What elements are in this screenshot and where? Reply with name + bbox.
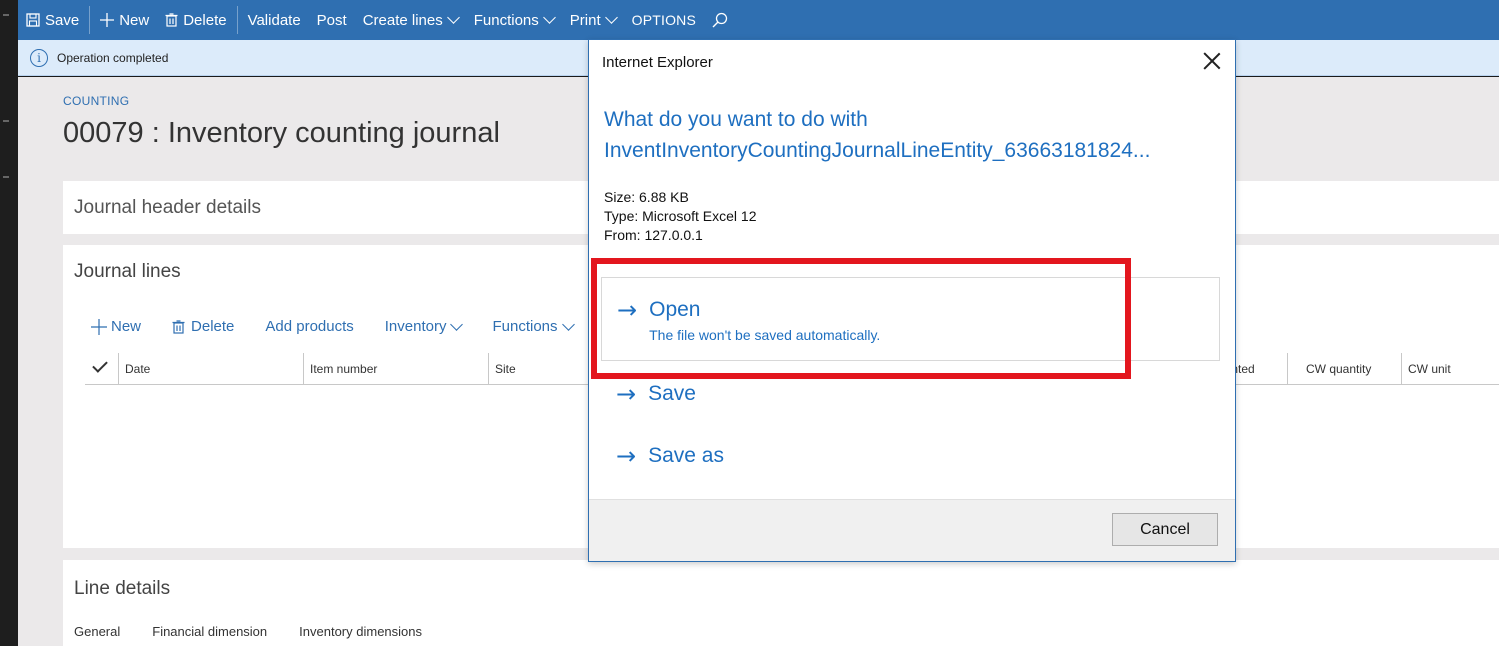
chevron-down-icon [542, 11, 556, 24]
new-label: New [119, 11, 150, 29]
create-lines-menu[interactable]: Create lines [355, 0, 466, 40]
lines-functions-label: Functions [492, 318, 558, 335]
delete-label: Delete [183, 11, 227, 29]
column-header-cw-quantity[interactable]: CW quantity [1287, 353, 1371, 385]
arrow-right-icon: → [616, 442, 637, 470]
edge-tick [3, 176, 9, 178]
tab-general[interactable]: General [74, 624, 120, 639]
breadcrumb[interactable]: COUNTING [63, 94, 129, 108]
dialog-question: What do you want to do with InventInvent… [604, 104, 1224, 166]
section-header[interactable]: Journal header details [74, 197, 261, 219]
inventory-menu[interactable]: Inventory [384, 317, 464, 335]
add-products-button[interactable]: Add products [265, 318, 353, 335]
delete-button[interactable]: Delete [157, 0, 234, 40]
column-header-item-number[interactable]: Item number [303, 353, 377, 385]
open-label: Open [649, 298, 701, 321]
page-title: 00079 : Inventory counting journal [63, 117, 500, 149]
save-as-label: Save as [648, 444, 724, 467]
file-name: InventInventoryCountingJournalLineEntity… [604, 139, 1151, 162]
save-button[interactable]: Save [18, 0, 87, 40]
print-label: Print [569, 11, 601, 29]
open-description: The file won't be saved automatically. [649, 327, 881, 343]
edge-tick [3, 120, 9, 122]
column-label: Date [125, 362, 151, 376]
info-icon: i [30, 48, 48, 67]
new-button[interactable]: New [92, 0, 157, 40]
search-button[interactable] [704, 0, 741, 40]
plus-icon [91, 318, 107, 335]
line-details-tabs: General Financial dimension Inventory di… [74, 624, 454, 639]
separator [236, 6, 238, 34]
question-line: What do you want to do with [604, 108, 868, 131]
message-text: Operation completed [57, 50, 169, 65]
close-icon[interactable] [1203, 52, 1221, 70]
lines-new-label: New [111, 318, 142, 335]
inventory-label: Inventory [384, 318, 447, 335]
floppy-disk-icon [26, 13, 40, 27]
trash-icon [172, 319, 185, 334]
column-header-site[interactable]: Site [488, 353, 516, 385]
column-label: CW unit [1408, 362, 1451, 376]
section-header[interactable]: Line details [74, 578, 170, 600]
lines-delete-label: Delete [191, 318, 235, 335]
column-header-cw-unit[interactable]: CW unit [1401, 353, 1451, 385]
lines-toolbar: New Delete Add products Inventory Functi… [91, 317, 604, 335]
options-label: OPTIONS [631, 12, 697, 28]
dialog-footer: Cancel [589, 499, 1235, 561]
create-lines-label: Create lines [362, 11, 443, 29]
column-label: Item number [310, 362, 378, 376]
column-label: CW quantity [1306, 362, 1372, 376]
separator [89, 6, 91, 34]
save-label: Save [45, 11, 80, 29]
cancel-button[interactable]: Cancel [1112, 513, 1218, 546]
options-tab[interactable]: OPTIONS [624, 0, 704, 40]
tab-financial-dimension[interactable]: Financial dimension [152, 624, 267, 639]
file-source: From: 127.0.0.1 [604, 227, 703, 243]
chevron-down-icon [561, 317, 575, 331]
functions-menu[interactable]: Functions [466, 0, 562, 40]
column-label: Site [495, 362, 516, 376]
add-products-label: Add products [265, 318, 354, 335]
post-button[interactable]: Post [309, 0, 355, 40]
dialog-title: Internet Explorer [602, 54, 713, 71]
post-label: Post [316, 11, 347, 29]
lines-delete-button[interactable]: Delete [172, 318, 234, 335]
open-option[interactable]: → Open The file won't be saved automatic… [601, 277, 1220, 361]
chevron-down-icon [446, 11, 460, 24]
edge-tick [3, 14, 9, 16]
arrow-right-icon: → [617, 296, 638, 324]
lines-functions-menu[interactable]: Functions [492, 317, 575, 335]
download-dialog: Internet Explorer What do you want to do… [588, 39, 1236, 562]
chevron-down-icon [604, 11, 618, 24]
trash-icon [165, 13, 178, 27]
line-details-section: Line details General Financial dimension… [63, 560, 1499, 646]
save-option-label: Save [648, 382, 696, 405]
section-header[interactable]: Journal lines [74, 261, 181, 283]
left-edge-strip [0, 0, 18, 646]
search-icon [712, 12, 728, 28]
tab-inventory-dimensions[interactable]: Inventory dimensions [299, 624, 422, 639]
validate-label: Validate [247, 11, 301, 29]
file-info: Size: 6.88 KB Type: Microsoft Excel 12 F… [604, 188, 757, 245]
select-all-check-icon[interactable] [92, 357, 108, 373]
column-header-date[interactable]: Date [118, 353, 150, 385]
validate-button[interactable]: Validate [240, 0, 309, 40]
print-menu[interactable]: Print [562, 0, 624, 40]
lines-new-button[interactable]: New [91, 318, 141, 335]
plus-icon [100, 13, 115, 27]
chevron-down-icon [450, 317, 464, 331]
action-bar: Save New Delete Validate Post Create lin… [18, 0, 1499, 40]
file-type: Type: Microsoft Excel 12 [604, 208, 757, 224]
functions-label: Functions [473, 11, 539, 29]
save-option[interactable]: → Save [601, 381, 1220, 407]
arrow-right-icon: → [616, 380, 637, 408]
save-as-option[interactable]: → Save as [601, 443, 1220, 469]
file-size: Size: 6.88 KB [604, 189, 689, 205]
